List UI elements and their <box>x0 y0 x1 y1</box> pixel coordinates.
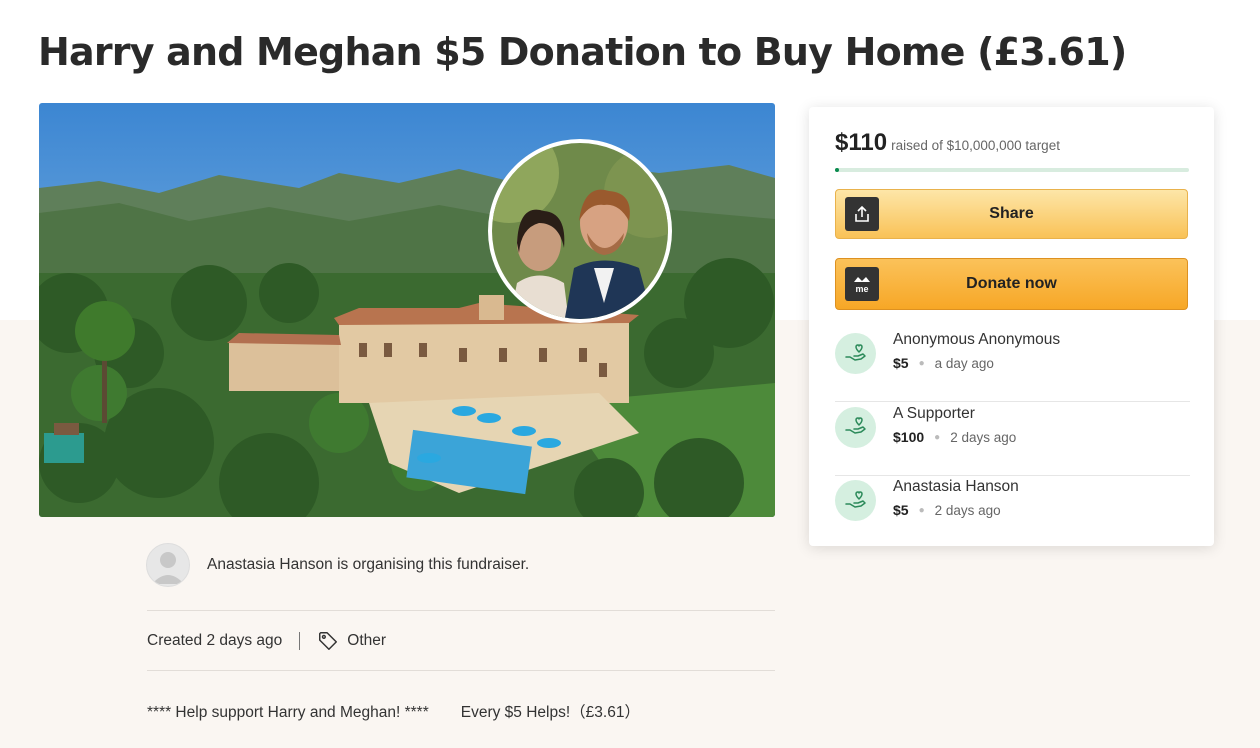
donor-heart-hand-icon <box>835 480 876 521</box>
donation-details: $100 ● 2 days ago <box>893 429 1016 445</box>
divider <box>147 670 775 671</box>
donation-item: A Supporter $100 ● 2 days ago <box>835 403 1190 476</box>
share-upload-icon <box>845 197 879 231</box>
tag-icon <box>317 630 339 652</box>
page-title: Harry and Meghan $5 Donation to Buy Home… <box>38 30 1127 74</box>
meta-separator <box>299 632 301 650</box>
donation-item: Anonymous Anonymous $5 ● a day ago <box>835 329 1190 402</box>
separator-dot: ● <box>934 431 941 443</box>
user-avatar-icon[interactable] <box>146 543 190 587</box>
donor-name: Anastasia Hanson <box>893 478 1019 495</box>
donation-time: 2 days ago <box>934 503 1001 518</box>
donation-details: $5 ● 2 days ago <box>893 502 1001 518</box>
created-date: Created 2 days ago <box>147 632 283 649</box>
donation-time: a day ago <box>934 356 994 371</box>
raised-summary: $110 raised of $10,000,000 target <box>835 129 1060 157</box>
description-text: **** Help support Harry and Meghan! **** <box>147 704 429 721</box>
donation-amount: $100 <box>893 428 925 445</box>
description-text-2: Every $5 Helps!（£3.61） <box>460 704 640 721</box>
hero-image <box>39 103 775 517</box>
donate-button[interactable]: me Donate now <box>835 258 1188 310</box>
separator-dot: ● <box>918 505 925 516</box>
donation-amount: $5 <box>893 502 909 518</box>
organiser-text: Anastasia Hanson is organising this fund… <box>207 556 530 573</box>
donor-heart-hand-icon <box>835 406 876 448</box>
organiser-row: Anastasia Hanson is organising this fund… <box>146 543 529 587</box>
divider <box>147 610 775 611</box>
donor-name: Anonymous Anonymous <box>893 331 1061 348</box>
donation-amount: $5 <box>893 355 909 371</box>
target-text: raised of $10,000,000 target <box>891 138 1060 153</box>
share-button[interactable]: Share <box>835 189 1188 239</box>
fundraiser-meta: Created 2 days ago Other <box>147 630 386 652</box>
donation-item: Anastasia Hanson $5 ● 2 days ago <box>835 476 1190 549</box>
donation-details: $5 ● a day ago <box>893 355 994 371</box>
donation-card: $110 raised of $10,000,000 target Share m… <box>809 107 1214 546</box>
donor-name: A Supporter <box>893 404 975 422</box>
progress-fill <box>835 168 839 172</box>
amount-raised: $110 <box>835 129 888 156</box>
donation-time: 2 days ago <box>950 429 1017 445</box>
progress-bar <box>835 168 1189 172</box>
share-label: Share <box>989 205 1034 222</box>
separator-dot: ● <box>918 358 925 369</box>
donate-label: Donate now <box>966 275 1057 292</box>
category-link[interactable]: Other <box>347 632 386 650</box>
svg-text:me: me <box>855 284 868 294</box>
donor-heart-hand-icon <box>835 333 876 374</box>
fundraiser-description: **** Help support Harry and Meghan! ****… <box>147 700 640 722</box>
gofundme-logo-icon: me <box>845 267 879 301</box>
